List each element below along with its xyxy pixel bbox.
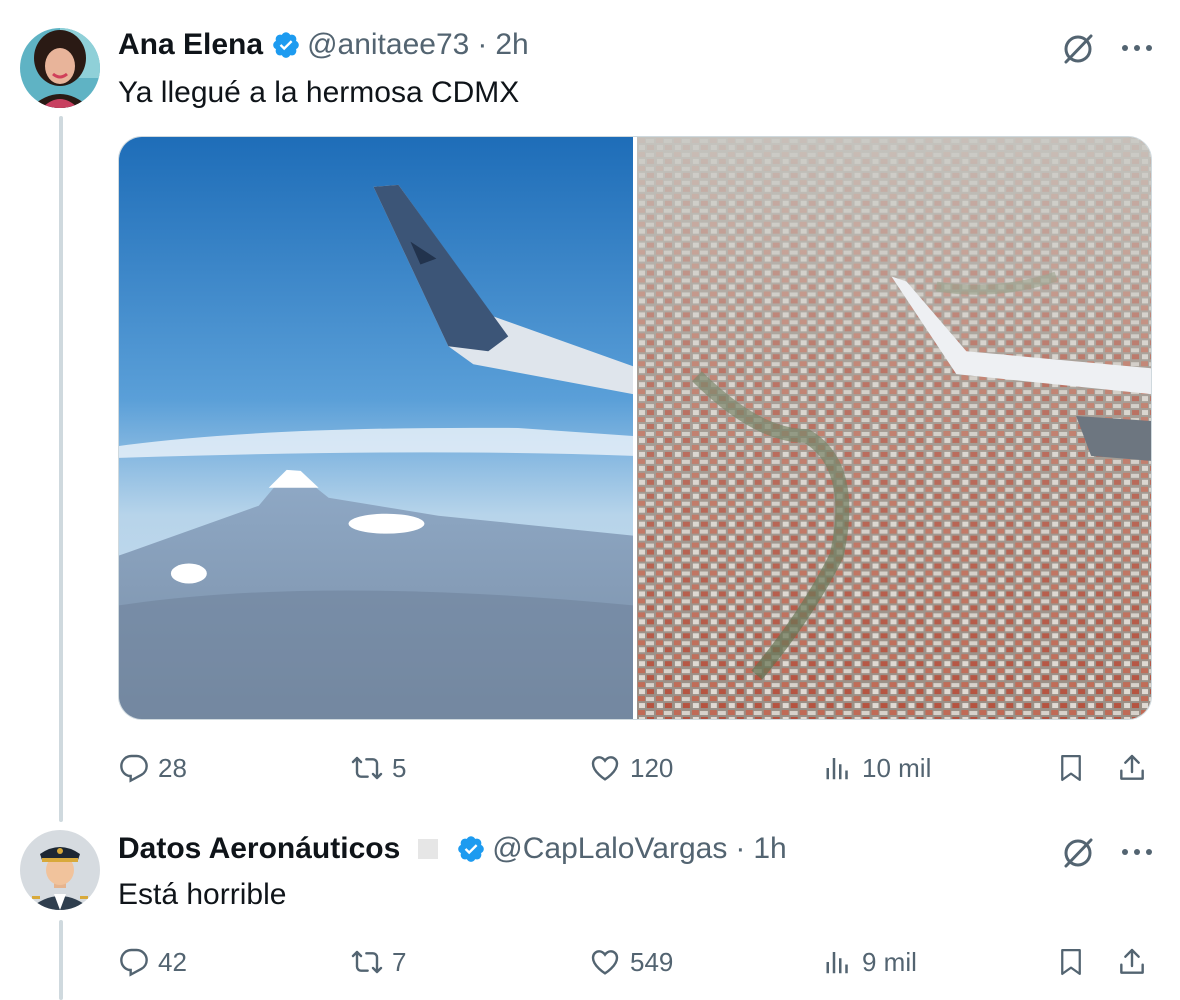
airplane-wing-over-popocatepetl-photo[interactable] (119, 137, 633, 719)
views-count: 9 mil (862, 946, 917, 977)
tweet-actions: 42 7 549 9 mil (118, 942, 1152, 982)
reply-icon (118, 946, 150, 978)
share-button[interactable] (1116, 942, 1148, 982)
repost-icon (350, 752, 384, 784)
like-button[interactable]: 120 (588, 748, 673, 788)
reply-button[interactable]: 28 (118, 748, 187, 788)
repost-icon (350, 946, 384, 978)
share-icon (1116, 751, 1148, 785)
reply-icon (118, 752, 150, 784)
thread-line (59, 920, 63, 1000)
avatar[interactable] (20, 28, 100, 108)
tweet-text: Ya llegué a la hermosa CDMX (118, 76, 520, 109)
more-icon[interactable] (1120, 832, 1154, 872)
more-icon[interactable] (1120, 28, 1154, 68)
timestamp[interactable]: 1h (753, 832, 786, 866)
separator: · (477, 28, 488, 61)
repost-button[interactable]: 7 (350, 942, 406, 982)
bookmark-icon (1056, 945, 1086, 979)
like-button[interactable]: 549 (588, 942, 673, 982)
tweet-header: Ana Elena @anitaee73 · 2h (118, 28, 529, 62)
repost-count: 5 (392, 752, 407, 783)
timestamp[interactable]: 2h (495, 28, 528, 62)
airplane-wing-over-mexico-city-photo[interactable] (637, 137, 1151, 719)
tweet-actions: 28 5 120 10 mil (118, 748, 1152, 788)
views-count: 10 mil (862, 752, 932, 783)
verified-badge-icon (271, 30, 301, 60)
separator: · (735, 832, 746, 865)
reply-count: 28 (158, 752, 187, 783)
share-icon (1116, 945, 1148, 979)
tweet-top-actions (1058, 832, 1154, 872)
author-handle[interactable]: @anitaee73 (307, 28, 469, 62)
like-count: 120 (630, 752, 674, 783)
grok-icon[interactable] (1058, 832, 1098, 872)
verified-badge-icon (456, 834, 486, 864)
bookmark-icon (1056, 751, 1086, 785)
reply-button[interactable]: 42 (118, 942, 187, 982)
tweet-text: Está horrible (118, 878, 287, 911)
like-icon (588, 752, 622, 784)
tweet-top-actions (1058, 28, 1154, 68)
author-handle[interactable]: @CapLaloVargas (492, 832, 727, 866)
tweet-media[interactable] (118, 136, 1152, 720)
repost-button[interactable]: 5 (350, 748, 406, 788)
views-button[interactable]: 10 mil (824, 748, 931, 788)
views-icon (824, 946, 854, 978)
share-button[interactable] (1116, 748, 1148, 788)
grok-icon[interactable] (1058, 28, 1098, 68)
flag-placeholder (418, 839, 439, 859)
thread-line (59, 116, 63, 822)
bookmark-button[interactable] (1056, 942, 1086, 982)
tweet-header: Datos Aeronáuticos @CapLaloVargas · 1h (118, 832, 787, 866)
reply-count: 42 (158, 946, 187, 977)
like-count: 549 (630, 946, 674, 977)
repost-count: 7 (392, 946, 407, 977)
views-icon (824, 752, 854, 784)
author-name[interactable]: Datos Aeronáuticos (118, 832, 400, 866)
bookmark-button[interactable] (1056, 748, 1086, 788)
avatar[interactable] (20, 830, 100, 910)
views-button[interactable]: 9 mil (824, 942, 917, 982)
like-icon (588, 946, 622, 978)
author-name[interactable]: Ana Elena (118, 28, 263, 62)
